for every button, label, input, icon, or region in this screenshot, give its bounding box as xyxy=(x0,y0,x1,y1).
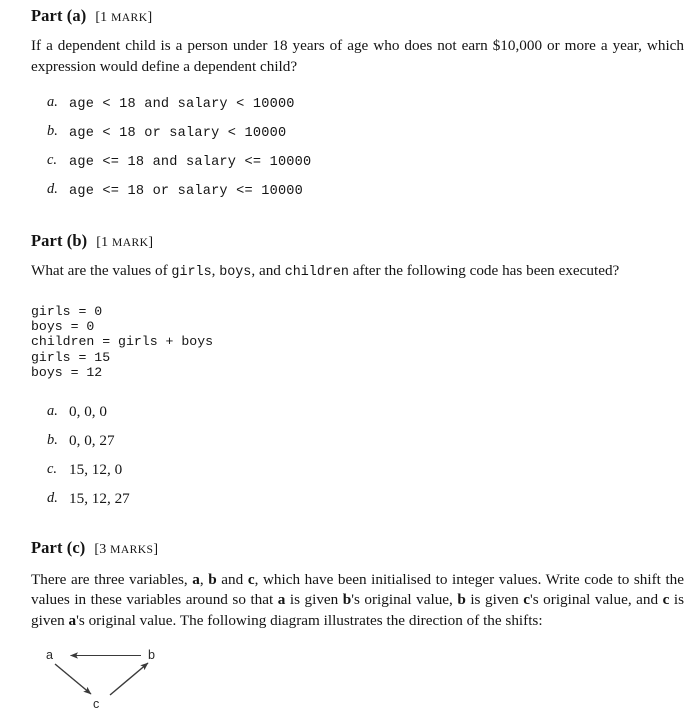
option-item[interactable]: b. 0, 0, 27 xyxy=(47,432,684,461)
option-text: 0, 0, 27 xyxy=(69,431,115,449)
exam-page: Part (a) [1 MARK] If a dependent child is… xyxy=(31,0,684,723)
part-b-question: What are the values of girls, boys, and … xyxy=(31,262,620,280)
option-text: 15, 12, 0 xyxy=(69,460,123,478)
inline-var-a: a xyxy=(68,611,77,629)
inline-var-b: b xyxy=(342,591,352,609)
part-b-title: Part (b) xyxy=(31,231,88,250)
part-c-title: Part (c) xyxy=(31,537,86,557)
option-label: b. xyxy=(47,431,58,448)
inline-var-girls: girls xyxy=(171,265,212,280)
option-item[interactable]: c. age <= 18 and salary <= 10000 xyxy=(47,152,684,181)
part-a-title: Part (a) xyxy=(31,6,87,25)
part-b-code-block: girls = 0 boys = 0 children = girls + bo… xyxy=(31,303,214,381)
part-a-question: If a dependent child is a person under 1… xyxy=(31,37,684,75)
option-text: age <= 18 and salary <= 10000 xyxy=(69,155,312,170)
option-item[interactable]: d. 15, 12, 27 xyxy=(47,490,684,519)
option-text: 15, 12, 27 xyxy=(69,489,130,507)
option-text: age <= 18 or salary <= 10000 xyxy=(69,184,304,199)
option-text: age < 18 and salary < 10000 xyxy=(69,97,295,112)
option-item[interactable]: d. age <= 18 or salary <= 10000 xyxy=(47,181,684,210)
option-text: 0, 0, 0 xyxy=(69,402,107,420)
part-c-question: There are three variables, a, b and c, w… xyxy=(31,570,685,629)
option-item[interactable]: a. age < 18 and salary < 10000 xyxy=(47,94,684,123)
option-text: age < 18 or salary < 10000 xyxy=(69,126,287,141)
inline-var-c: c xyxy=(247,570,255,588)
option-label: b. xyxy=(47,123,58,139)
diagram-svg xyxy=(54,652,149,696)
part-a-heading: Part (a) [1 MARK] xyxy=(31,6,684,26)
inline-var-c: c xyxy=(523,591,530,609)
part-b-heading: Part (b) [1 MARK] xyxy=(31,231,684,251)
option-label: c. xyxy=(47,152,57,168)
inline-var-children: children xyxy=(284,265,349,280)
shift-direction-diagram: a b c xyxy=(31,645,211,723)
option-item[interactable]: a. 0, 0, 0 xyxy=(47,403,684,432)
inline-var-b: b xyxy=(208,570,217,588)
inline-var-b: b xyxy=(457,591,466,609)
part-b-marks: [1 MARK] xyxy=(96,235,154,250)
inline-var-a: a xyxy=(192,570,200,588)
option-label: a. xyxy=(47,94,58,110)
option-label: d. xyxy=(47,489,58,506)
option-item[interactable]: b. age < 18 or salary < 10000 xyxy=(47,123,684,152)
inline-var-boys: boys xyxy=(219,265,252,280)
option-label: c. xyxy=(47,460,57,477)
part-c-marks: [3 MARKS] xyxy=(94,541,159,557)
part-a-options: a. age < 18 and salary < 10000 b. age < … xyxy=(31,94,684,210)
option-label: a. xyxy=(47,402,58,419)
arrow-c-to-b xyxy=(109,662,149,696)
part-c-heading: Part (c) [3 MARKS] xyxy=(31,538,684,558)
part-b-options: a. 0, 0, 0 b. 0, 0, 27 c. 15, 12, 0 d. 1… xyxy=(31,403,684,519)
option-label: d. xyxy=(47,181,58,197)
option-item[interactable]: c. 15, 12, 0 xyxy=(47,461,684,490)
arrow-a-to-c xyxy=(54,663,92,695)
diagram-node-b: b xyxy=(148,648,156,663)
part-a-marks: [1 MARK] xyxy=(95,10,153,25)
diagram-node-a: a xyxy=(46,648,54,663)
diagram-node-c: c xyxy=(93,697,100,712)
